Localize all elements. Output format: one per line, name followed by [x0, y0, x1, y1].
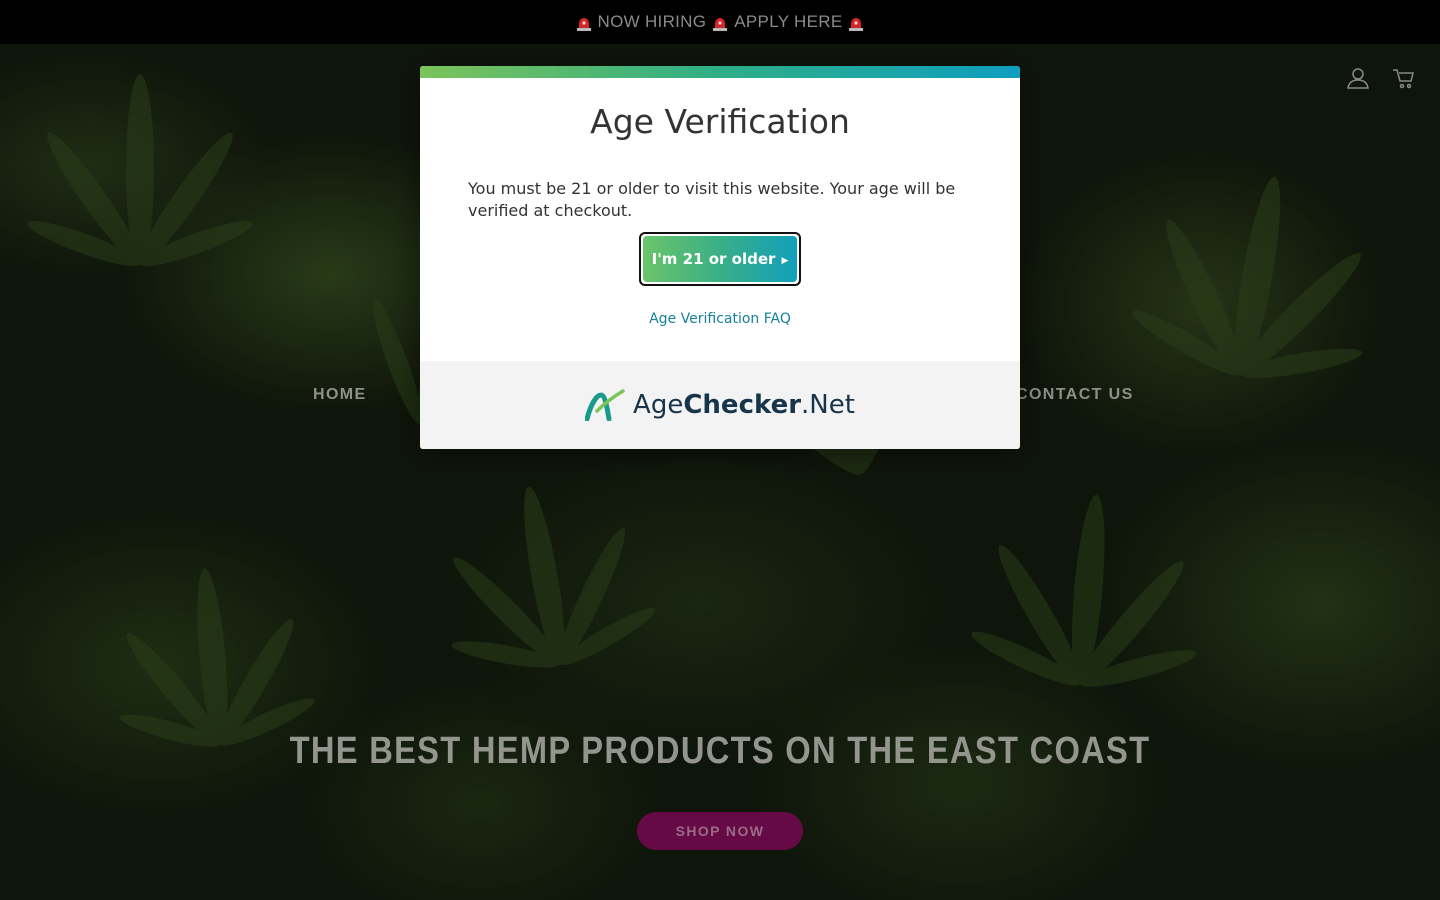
modal-footer: AgeChecker.Net: [420, 361, 1020, 449]
modal-title: Age Verification: [590, 102, 850, 141]
hero-title: THE BEST HEMP PRODUCTS ON THE EAST COAST: [289, 730, 1151, 772]
age-verification-faq-link[interactable]: Age Verification FAQ: [420, 311, 1020, 327]
modal-accent-bar: [420, 66, 1020, 78]
announcement-text: NOW HIRING: [597, 12, 707, 31]
announcement-link[interactable]: APPLY HERE: [734, 12, 842, 32]
siren-icon: [711, 14, 729, 32]
modal-message: You must be 21 or older to visit this we…: [468, 179, 956, 220]
user-icon[interactable]: [1346, 66, 1370, 90]
shop-now-button[interactable]: SHOP NOW: [637, 812, 803, 850]
chevron-right-icon: ▶: [781, 256, 789, 266]
announcement-bar[interactable]: NOW HIRING APPLY HERE: [0, 0, 1440, 44]
agechecker-logo-icon: [584, 389, 625, 422]
header-icons: [1346, 66, 1416, 90]
siren-icon: [847, 14, 865, 32]
nav-home[interactable]: HOME: [313, 386, 367, 404]
cart-icon[interactable]: [1392, 66, 1416, 90]
siren-icon: [575, 14, 593, 32]
age-verification-modal: Age Verification You must be 21 or older…: [420, 66, 1020, 449]
confirm-button-focus-ring: I'm 21 or older ▶: [639, 232, 801, 286]
confirm-age-label: I'm 21 or older: [651, 250, 776, 268]
agechecker-brand: AgeChecker.Net: [633, 390, 855, 420]
confirm-age-button[interactable]: I'm 21 or older ▶: [643, 236, 797, 282]
nav-contact-us[interactable]: CONTACT US: [1016, 386, 1134, 404]
